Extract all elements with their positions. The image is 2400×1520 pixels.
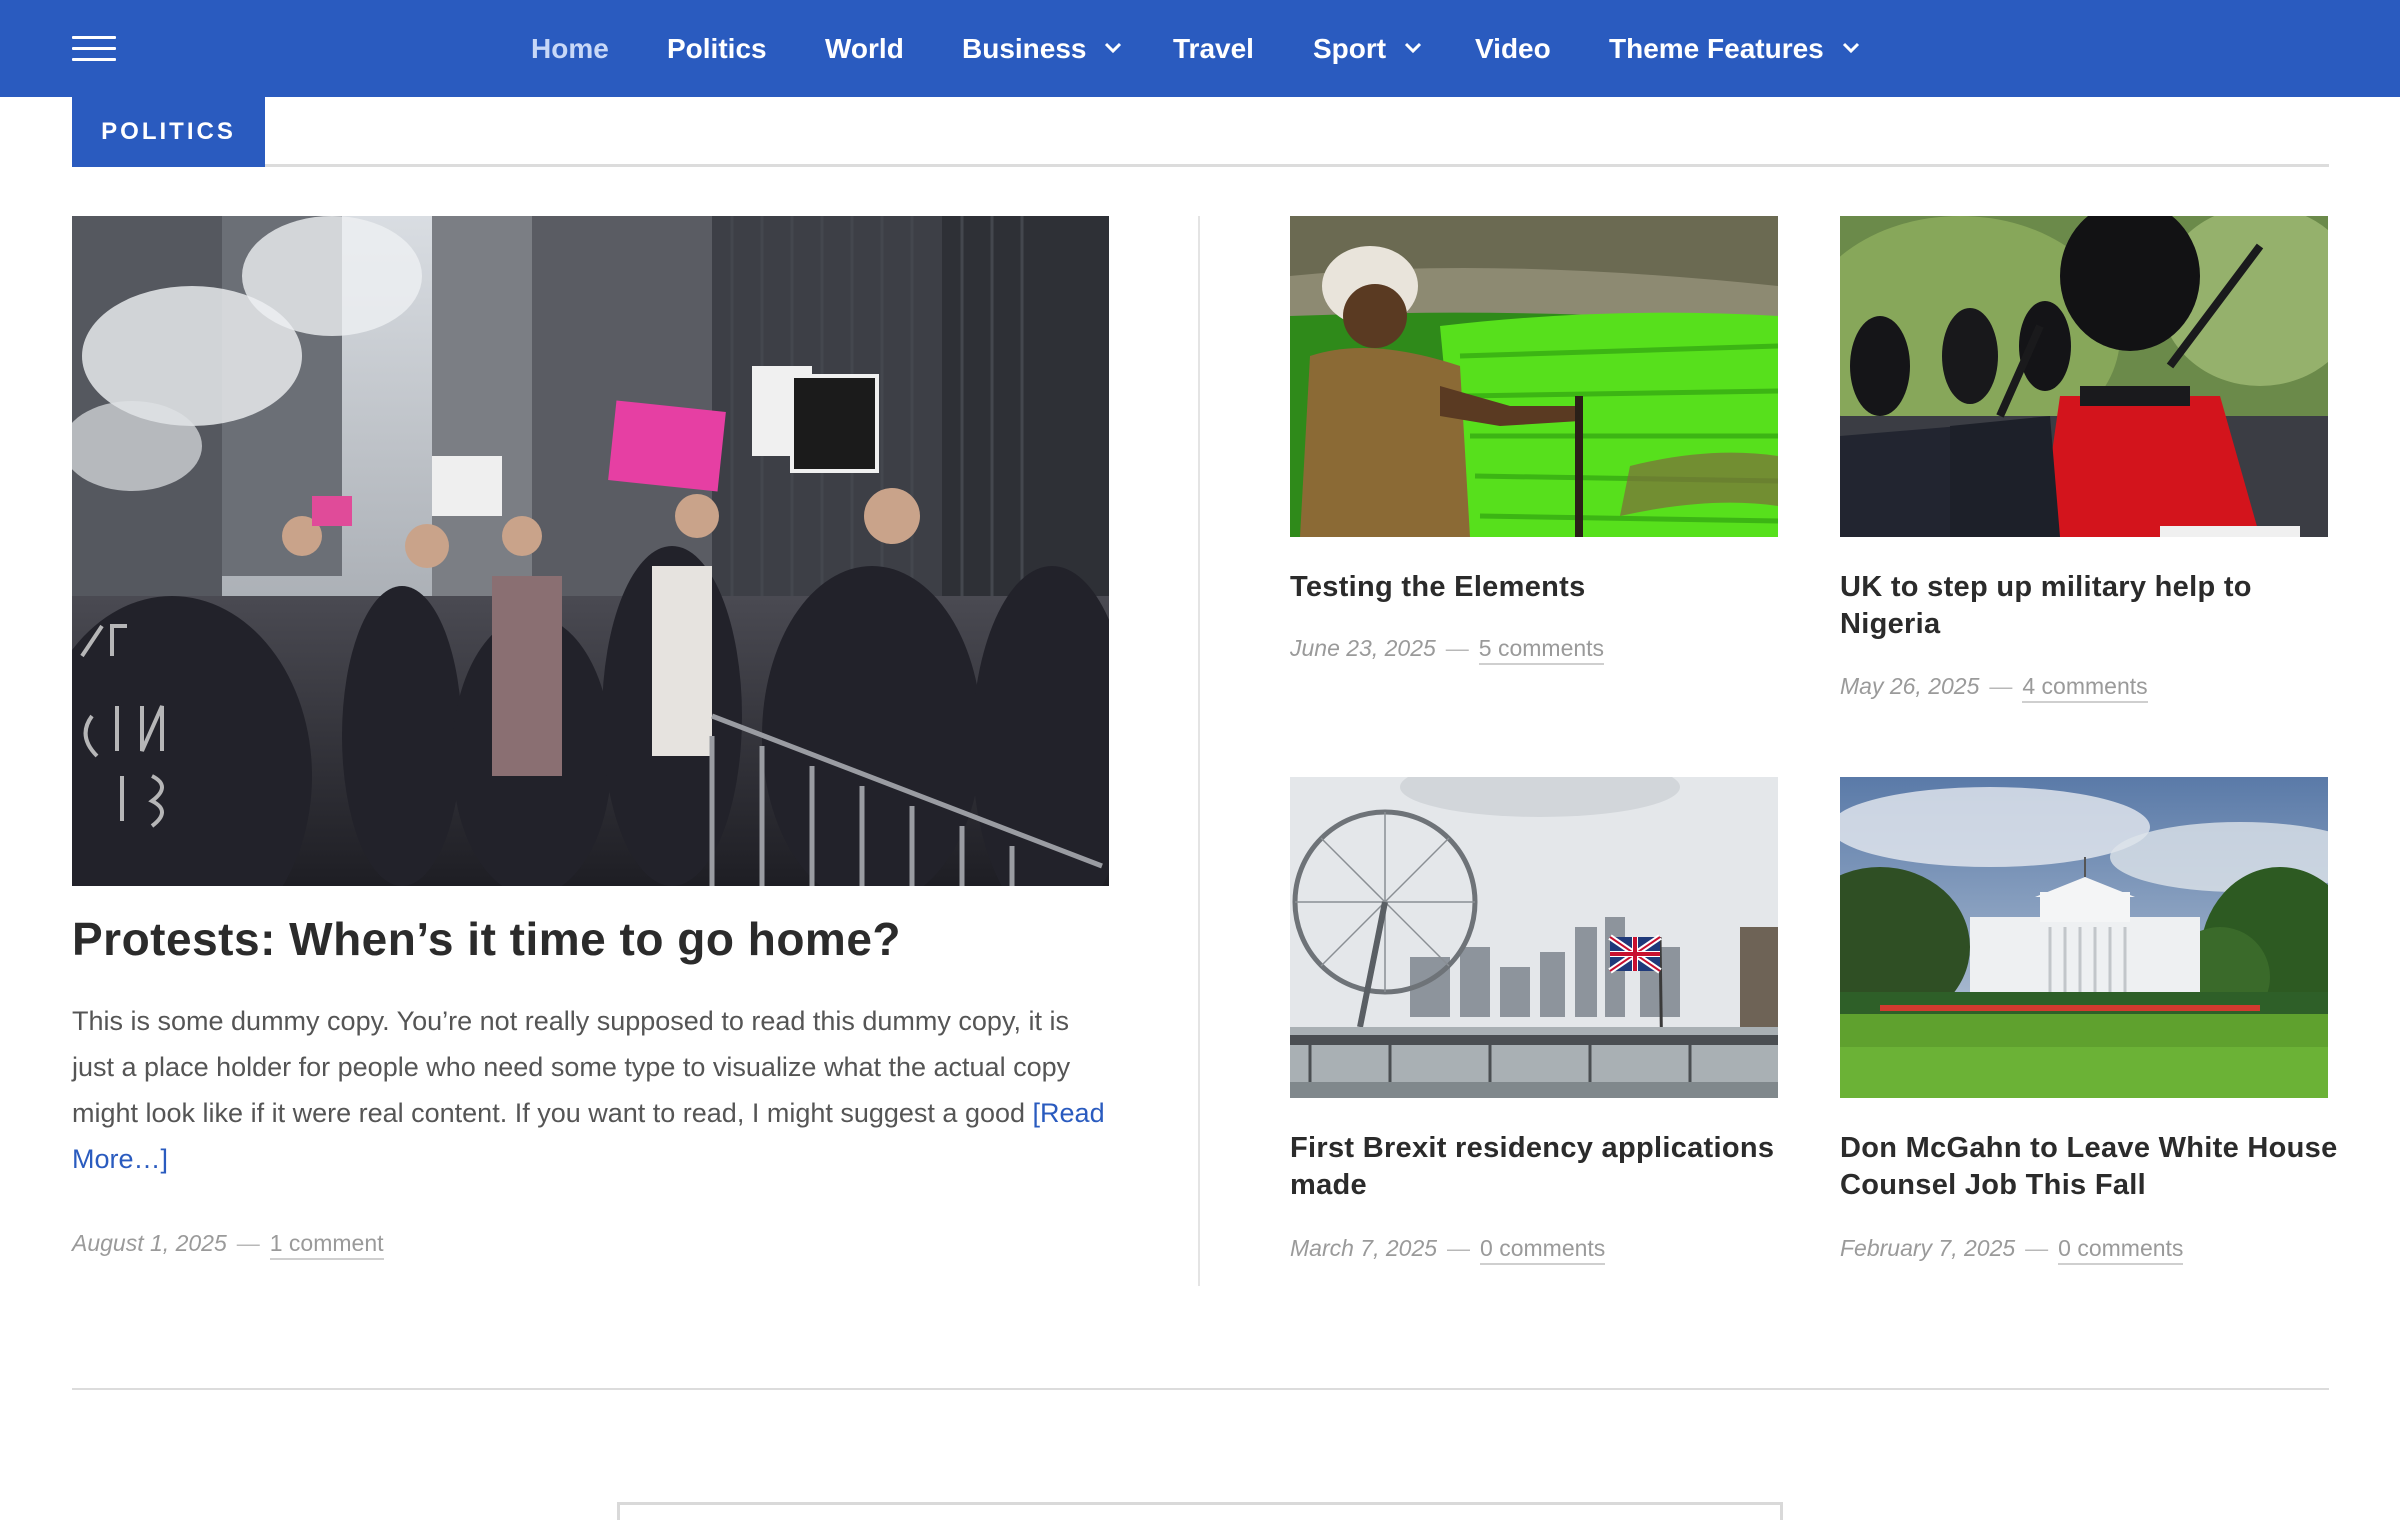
meta-separator: — [1445, 635, 1469, 661]
card-title[interactable]: Testing the Elements [1290, 569, 1790, 606]
feature-article-title[interactable]: Protests: When’s it time to go home? [72, 912, 1109, 967]
nav-item-theme-features[interactable]: Theme Features [1609, 0, 1860, 97]
nav-item-label: Politics [667, 33, 767, 64]
card-meta: March 7, 2025 — 0 comments [1290, 1235, 1606, 1265]
chevron-down-icon [1404, 42, 1422, 54]
card-meta: June 23, 2025 — 5 comments [1290, 635, 1605, 665]
chevron-down-icon [1842, 42, 1860, 54]
card-image-london-eye[interactable] [1290, 777, 1778, 1098]
comments-link[interactable]: 1 comment [269, 1230, 384, 1260]
post-date: June 23, 2025 [1290, 635, 1436, 661]
nav-item-label: World [825, 33, 904, 64]
meta-separator: — [1989, 673, 2013, 699]
nav-item-label: Video [1475, 33, 1551, 64]
post-date: February 7, 2025 [1840, 1235, 2016, 1261]
section-divider [72, 164, 2329, 167]
nav-item-label: Home [531, 33, 609, 64]
card-title[interactable]: First Brexit residency applications made [1290, 1130, 1790, 1204]
comments-link[interactable]: 4 comments [2022, 673, 2148, 703]
meta-separator: — [2025, 1235, 2049, 1261]
top-navigation-bar: Home Politics World Business Travel Spor… [0, 0, 2400, 97]
card-meta: February 7, 2025 — 0 comments [1840, 1235, 2184, 1265]
nav-item-politics[interactable]: Politics [667, 0, 767, 97]
nav-item-home[interactable]: Home [531, 0, 609, 97]
nav-item-label: Travel [1173, 33, 1254, 64]
nav-item-label: Sport [1313, 33, 1387, 64]
comments-link[interactable]: 5 comments [1478, 635, 1605, 665]
meta-separator: — [236, 1230, 260, 1256]
nav-item-business[interactable]: Business [962, 0, 1122, 97]
comments-link[interactable]: 0 comments [2058, 1235, 2184, 1265]
nav-item-video[interactable]: Video [1475, 0, 1551, 97]
chevron-down-icon [1104, 42, 1122, 54]
card-meta: May 26, 2025 — 4 comments [1840, 673, 2148, 703]
nav-item-label: Theme Features [1609, 33, 1824, 64]
nav-item-label: Business [962, 33, 1087, 64]
nav-item-sport[interactable]: Sport [1313, 0, 1422, 97]
column-divider [1198, 216, 1200, 1286]
feature-article-excerpt: This is some dummy copy. You’re not real… [72, 998, 1117, 1182]
card-image-rice-field[interactable] [1290, 216, 1778, 537]
post-date: May 26, 2025 [1840, 673, 1980, 699]
card-image-royal-guards[interactable] [1840, 216, 2328, 537]
feature-image-protest[interactable] [72, 216, 1109, 886]
excerpt-text: This is some dummy copy. You’re not real… [72, 1006, 1071, 1128]
next-section-box [617, 1502, 1783, 1520]
nav-item-world[interactable]: World [825, 0, 904, 97]
feature-article-meta: August 1, 2025 — 1 comment [72, 1230, 384, 1260]
post-date: August 1, 2025 [72, 1230, 227, 1256]
card-image-white-house[interactable] [1840, 777, 2328, 1098]
nav-item-travel[interactable]: Travel [1173, 0, 1254, 97]
meta-separator: — [1447, 1235, 1471, 1261]
post-date: March 7, 2025 [1290, 1235, 1438, 1261]
section-bottom-divider [72, 1388, 2329, 1390]
comments-link[interactable]: 0 comments [1480, 1235, 1606, 1265]
card-title[interactable]: Don McGahn to Leave White House Counsel … [1840, 1130, 2340, 1204]
hamburger-menu-icon[interactable] [72, 36, 116, 62]
card-title[interactable]: UK to step up military help to Nigeria [1840, 569, 2340, 643]
section-label-politics[interactable]: POLITICS [72, 97, 265, 167]
